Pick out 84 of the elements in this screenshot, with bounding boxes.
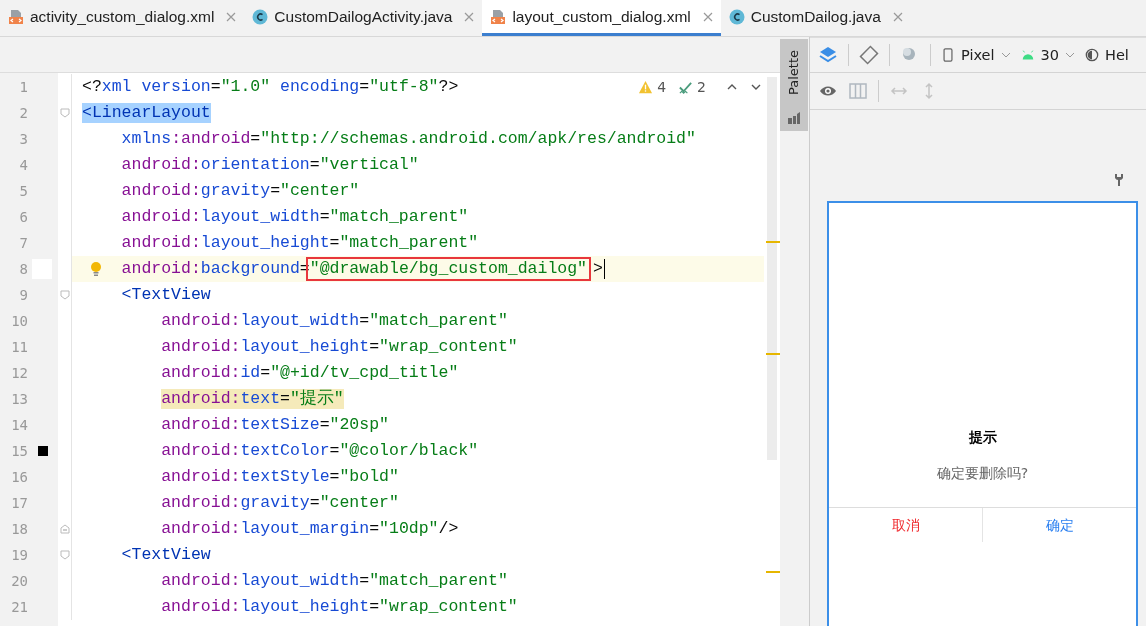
api-dropdown[interactable]: 30 [1020, 47, 1075, 63]
check-icon[interactable] [678, 79, 694, 95]
class-file-icon [252, 8, 269, 25]
code-line: android:textStyle="bold" [160, 466, 399, 488]
line-number: 17 [10, 495, 28, 511]
close-icon[interactable] [464, 11, 475, 22]
columns-icon[interactable] [848, 81, 868, 101]
code-line: xmlns:android="http://schemas.android.com/apk/res/android" [120, 128, 696, 150]
close-icon[interactable] [892, 11, 903, 22]
code-line: android:layout_height="wrap_content" [160, 596, 518, 618]
warning-marker[interactable] [766, 353, 780, 355]
layers-icon[interactable] [818, 45, 838, 65]
code-line: android:orientation="vertical" [120, 154, 419, 176]
warning-marker[interactable] [766, 571, 780, 573]
code-line: <TextView [120, 284, 211, 306]
caret-icon [1000, 50, 1011, 60]
line-number: 3 [18, 131, 28, 147]
line-number: 1 [18, 79, 28, 95]
line-number: 2 [18, 105, 28, 121]
close-icon[interactable] [226, 11, 237, 22]
warning-icon[interactable] [638, 79, 654, 95]
code-line: android:layout_height="match_parent" [120, 232, 479, 254]
code-line: android:textColor="@color/black" [160, 440, 479, 462]
phone-icon [941, 48, 955, 62]
line-number: 21 [10, 599, 28, 615]
line-number: 15 [10, 443, 28, 459]
device-dropdown[interactable]: Pixel [941, 47, 1011, 63]
fold-icon[interactable] [59, 290, 70, 300]
check-count: 2 [697, 79, 706, 95]
palette-tab[interactable]: Palette [780, 39, 808, 131]
palette-icon [787, 111, 801, 125]
line-number: 10 [10, 313, 28, 329]
code-line: android:textSize="20sp" [160, 414, 389, 436]
android-icon [1020, 48, 1035, 62]
line-number: 7 [18, 235, 28, 251]
line-number: 16 [10, 469, 28, 485]
code-line: android:id="@+id/tv_cpd_title" [160, 362, 459, 384]
file-tab[interactable]: CustomDailog.java [720, 0, 911, 36]
code-line: android:layout_height="wrap_content" [160, 336, 518, 358]
code-line: android:layout_margin="10dp"/> [160, 518, 459, 540]
code-line: android:gravity="center" [160, 492, 399, 514]
file-tab[interactable]: CustomDailogActivity.java [244, 0, 483, 36]
code-line: <?xml version="1.0" encoding="utf-8"?> [81, 76, 459, 98]
theme-icon [1085, 48, 1099, 62]
file-tab[interactable]: activity_custom_dialog.xml [0, 0, 245, 36]
line-number: 12 [10, 365, 28, 381]
dialog-title: 提示 [967, 428, 998, 447]
fold-icon[interactable] [59, 550, 70, 560]
xml-file-icon [490, 8, 507, 25]
line-number: 18 [10, 521, 28, 537]
color-swatch-icon[interactable] [38, 446, 48, 456]
line-number: 5 [18, 183, 28, 199]
code-line: android:gravity="center" [120, 180, 360, 202]
caret-icon [1065, 50, 1075, 60]
line-number: 9 [18, 287, 28, 303]
theme-dropdown[interactable]: Hel [1085, 47, 1129, 63]
code-line: android:layout_width="match_parent" [160, 570, 508, 592]
code-line: android:text="提示" [160, 388, 344, 411]
line-number: 13 [10, 391, 28, 407]
line-number: 19 [10, 547, 28, 563]
line-number: 20 [10, 573, 28, 589]
code-line: android:layout_width="match_parent" [160, 310, 508, 332]
fold-icon[interactable] [59, 108, 70, 118]
rotate-icon[interactable] [859, 45, 879, 65]
class-file-icon [728, 8, 745, 25]
line-number: 8 [18, 261, 28, 277]
dialog-button[interactable]: 取消 [829, 508, 982, 542]
code-line: <TextView [120, 544, 211, 566]
lightbulb-icon[interactable] [90, 261, 102, 277]
close-icon[interactable] [702, 11, 713, 22]
code-line: android:layout_width="match_parent" [120, 206, 469, 228]
line-number: 4 [18, 157, 28, 173]
warning-count: 4 [657, 79, 667, 95]
line-number: 14 [10, 417, 28, 433]
warning-marker[interactable] [766, 241, 780, 243]
line-number: 6 [18, 209, 28, 225]
fold-icon[interactable] [59, 524, 70, 534]
xml-file-icon [8, 8, 24, 25]
wrench-icon[interactable] [1114, 173, 1124, 187]
dialog-button[interactable]: 确定 [982, 508, 1136, 542]
dialog-message: 确定要删除吗? [935, 464, 1030, 483]
line-number: 11 [10, 339, 28, 355]
scrollbar[interactable] [767, 77, 777, 460]
file-tab[interactable]: layout_custom_dialog.xml [482, 0, 721, 36]
